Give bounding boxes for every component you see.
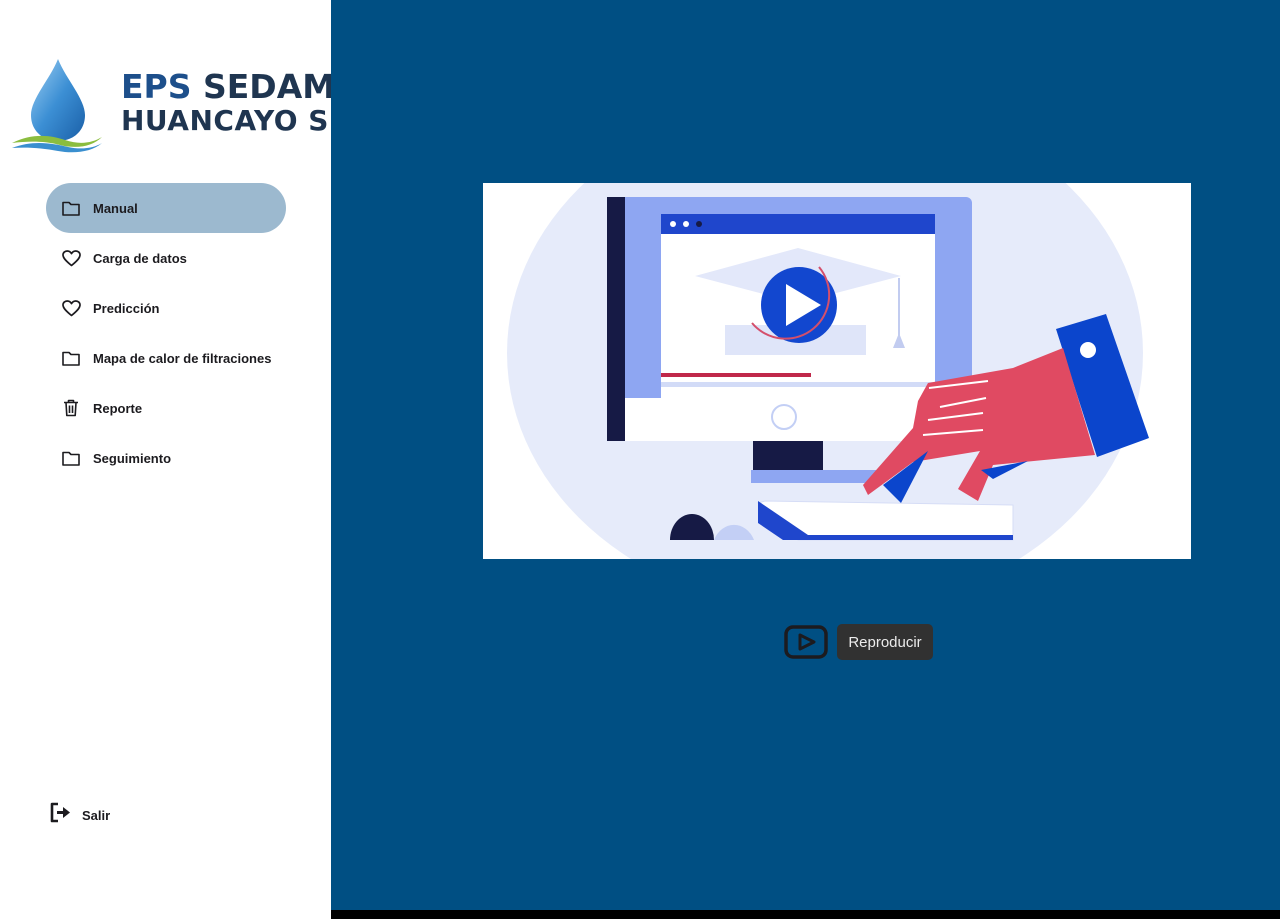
sidebar-item-manual[interactable]: Manual	[46, 183, 286, 233]
brand-sedam: SEDAM	[203, 67, 336, 106]
sidebar: EPS SEDAM HUANCAYO S.A. Manual Carga de …	[0, 0, 373, 919]
trash-icon	[61, 398, 81, 418]
logout-button[interactable]: Salir	[50, 802, 111, 828]
water-drop-icon	[12, 59, 102, 153]
sidebar-item-label: Reporte	[93, 400, 143, 416]
sidebar-item-label: Predicción	[93, 300, 160, 316]
sidebar-item-label: Manual	[93, 200, 138, 216]
brand-logo: EPS SEDAM HUANCAYO S.A.	[10, 55, 373, 155]
sidebar-item-carga-de-datos[interactable]: Carga de datos	[46, 233, 286, 283]
play-tooltip: Reproducir	[837, 624, 933, 660]
heart-icon	[61, 248, 81, 268]
play-video-button[interactable]	[784, 624, 828, 660]
youtube-play-icon	[784, 625, 828, 659]
sidebar-nav: Manual Carga de datos Predicción Mapa de…	[46, 183, 286, 483]
sidebar-item-label: Carga de datos	[93, 250, 187, 266]
sidebar-item-label: Seguimiento	[93, 450, 172, 466]
sidebar-item-mapa-de-calor[interactable]: Mapa de calor de filtraciones	[46, 333, 286, 383]
sidebar-item-reporte[interactable]: Reporte	[46, 383, 286, 433]
folder-icon	[61, 448, 81, 468]
folder-icon	[61, 348, 81, 368]
sidebar-item-label: Mapa de calor de filtraciones	[93, 350, 272, 366]
logout-icon	[50, 802, 71, 828]
brand-name-line1: EPS SEDAM	[121, 69, 335, 105]
online-learning-illustration	[507, 183, 1149, 559]
manual-video-thumbnail	[483, 183, 1191, 559]
heart-icon	[61, 298, 81, 318]
main-content: Reproducir	[331, 0, 1280, 910]
sidebar-item-prediccion[interactable]: Predicción	[46, 283, 286, 333]
bottom-bar	[331, 910, 1280, 919]
folder-icon	[61, 198, 81, 218]
logout-label: Salir	[82, 807, 111, 823]
sidebar-item-seguimiento[interactable]: Seguimiento	[46, 433, 286, 483]
brand-eps: EPS	[121, 67, 192, 106]
